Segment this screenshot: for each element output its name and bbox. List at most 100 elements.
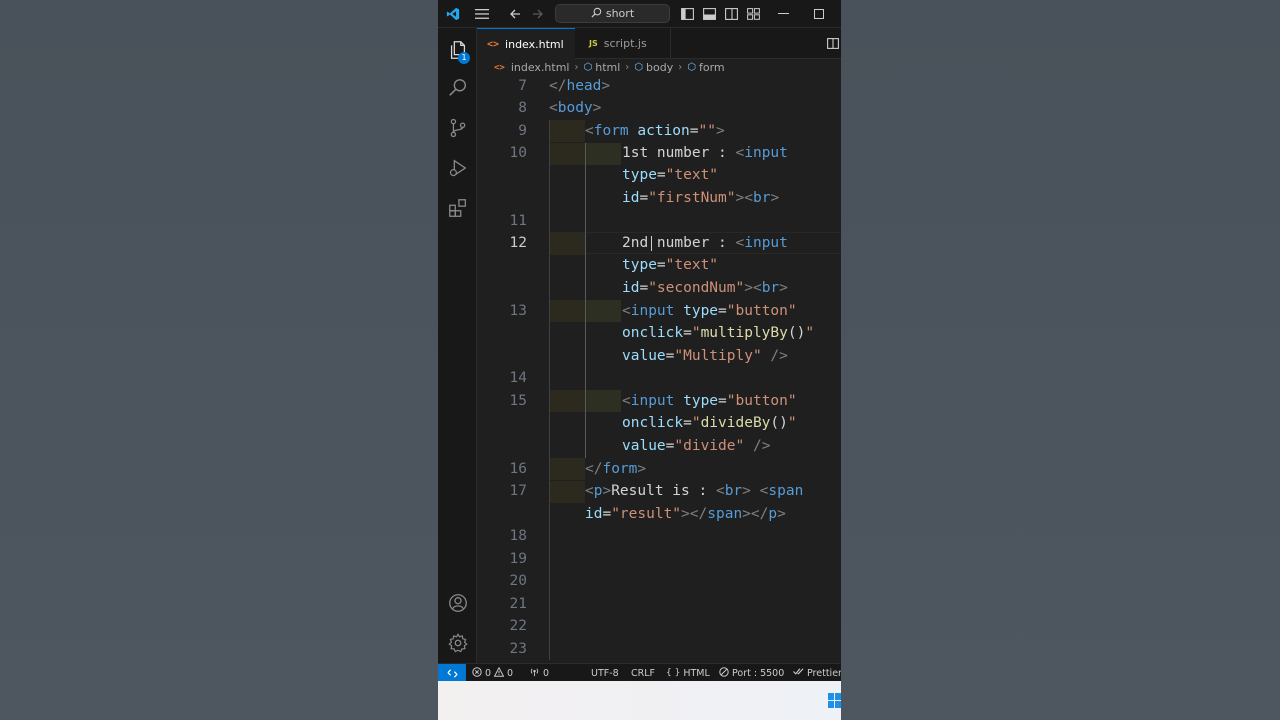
maximize-icon[interactable]: [810, 0, 828, 28]
toggle-secondary-sidebar-icon[interactable]: [722, 0, 740, 28]
run-debug-icon[interactable]: [438, 150, 477, 186]
code-line-17-wrap: id="result"></span></p>: [585, 506, 786, 522]
code-line-13-wrap: value="Multiply" />: [622, 348, 788, 364]
customize-layout-icon[interactable]: [744, 0, 762, 28]
line-number: 18: [509, 528, 527, 544]
ports-count: 0: [543, 667, 550, 679]
code-line-10-wrap: id="firstNum"><br>: [622, 190, 780, 206]
line-number: 11: [509, 213, 527, 229]
code-editor[interactable]: 7 8 9 10 11 12 13 14 15 16 17 18 19 20 2…: [477, 76, 841, 663]
code-line-15: <input type="button": [622, 393, 797, 409]
line-number: 10: [509, 145, 527, 161]
code-line-17: <p>Result is : <br> <span: [585, 483, 804, 499]
accounts-icon[interactable]: [438, 585, 477, 621]
language-mode[interactable]: { } HTML: [666, 664, 710, 682]
problems-indicator[interactable]: 0 0: [472, 664, 513, 682]
broadcast-icon: [529, 667, 540, 680]
code-line-8: <body>: [549, 100, 602, 116]
code-line-9: <form action="">: [585, 123, 725, 139]
vscode-logo-icon: [442, 0, 464, 28]
text-cursor: [651, 236, 652, 251]
element-cube-icon: ⬡: [634, 62, 644, 73]
double-check-icon: [793, 667, 804, 679]
prettier-indicator[interactable]: Prettier: [793, 664, 841, 682]
activity-bar: 1: [438, 28, 477, 663]
line-number: 15: [509, 393, 527, 409]
breadcrumb-file[interactable]: index.html: [511, 61, 570, 74]
live-server-port[interactable]: Port : 5500: [719, 664, 784, 682]
arrow-right-icon[interactable]: [528, 0, 548, 28]
indent-highlight: [549, 143, 585, 165]
encoding-indicator[interactable]: UTF-8: [591, 664, 619, 682]
error-icon: [472, 666, 482, 680]
line-number: 17: [509, 483, 527, 499]
background-left: [0, 0, 438, 720]
line-number: 14: [509, 370, 527, 386]
explorer-badge: 1: [458, 52, 470, 64]
code-line-15-wrap: onclick="divideBy()": [622, 415, 797, 431]
toggle-panel-icon[interactable]: [700, 0, 718, 28]
arrow-left-icon[interactable]: [505, 0, 525, 28]
line-number: 16: [509, 461, 527, 477]
code-line-12: 2nd number : <input: [622, 235, 788, 251]
tab-script-js[interactable]: JS script.js: [575, 28, 671, 59]
breadcrumb-form[interactable]: form: [699, 61, 725, 74]
tab-label: script.js: [603, 37, 647, 50]
indent-highlight: [549, 390, 585, 412]
braces-icon: { }: [666, 668, 681, 678]
indent-highlight: [549, 120, 585, 142]
title-bar: short: [438, 0, 841, 28]
no-entry-icon: [719, 666, 729, 680]
code-line-12-wrap: id="secondNum"><br>: [622, 280, 788, 296]
code-line-13-wrap: onclick="multiplyBy()": [622, 325, 815, 341]
breadcrumb: <> index.html › ⬡ html › ⬡ body › ⬡ form: [477, 59, 841, 76]
code-line-16: </form>: [585, 461, 647, 477]
source-control-icon[interactable]: [438, 110, 477, 146]
os-taskbar: [438, 681, 841, 720]
search-text: short: [605, 7, 635, 20]
editor-tabs: <> index.html JS script.js: [477, 28, 841, 59]
remote-indicator-icon[interactable]: [438, 664, 466, 682]
indent-highlight: [585, 390, 621, 412]
indent-highlight: [549, 481, 585, 503]
hamburger-menu-icon[interactable]: [471, 0, 493, 28]
split-editor-icon[interactable]: [825, 28, 841, 59]
eol-indicator[interactable]: CRLF: [631, 664, 655, 682]
indent-guide: [585, 143, 586, 458]
js-file-icon: JS: [589, 39, 598, 48]
code-line-10: 1st number : <input: [622, 145, 788, 161]
search-icon: [591, 7, 602, 21]
line-number: 23: [509, 641, 527, 657]
line-number: 20: [509, 573, 527, 589]
indent-highlight: [549, 458, 585, 480]
indent-highlight: [549, 233, 585, 255]
html-file-icon: <>: [487, 38, 500, 50]
element-cube-icon: ⬡: [583, 62, 593, 73]
line-number: 13: [509, 303, 527, 319]
line-number: 19: [509, 551, 527, 567]
explorer-icon[interactable]: 1: [438, 32, 477, 68]
breadcrumb-html[interactable]: html: [595, 61, 620, 74]
tab-label: index.html: [505, 37, 564, 51]
extensions-icon[interactable]: [438, 190, 477, 226]
tab-index-html[interactable]: <> index.html: [477, 28, 575, 59]
toggle-primary-sidebar-icon[interactable]: [678, 0, 696, 28]
windows-start-icon[interactable]: [828, 693, 841, 708]
code-line-13: <input type="button": [622, 303, 797, 319]
live-server-label: Port : 5500: [732, 667, 785, 679]
search-icon[interactable]: [438, 70, 477, 106]
ports-indicator[interactable]: 0: [529, 664, 549, 682]
language-label: HTML: [683, 667, 710, 679]
indent-highlight: [585, 300, 621, 322]
indent-guide: [549, 120, 550, 660]
warning-icon: [493, 666, 505, 680]
prettier-label: Prettier: [807, 667, 841, 679]
line-number-current: 12: [509, 235, 527, 251]
breadcrumb-body[interactable]: body: [646, 61, 673, 74]
manage-gear-icon[interactable]: [438, 625, 477, 661]
vscode-window: short 1 <> index.html JS script.js <> in…: [438, 0, 841, 720]
indent-highlight: [585, 143, 621, 165]
error-count: 0: [485, 667, 492, 679]
minimize-icon[interactable]: [774, 0, 792, 28]
command-center-search[interactable]: short: [555, 4, 670, 23]
